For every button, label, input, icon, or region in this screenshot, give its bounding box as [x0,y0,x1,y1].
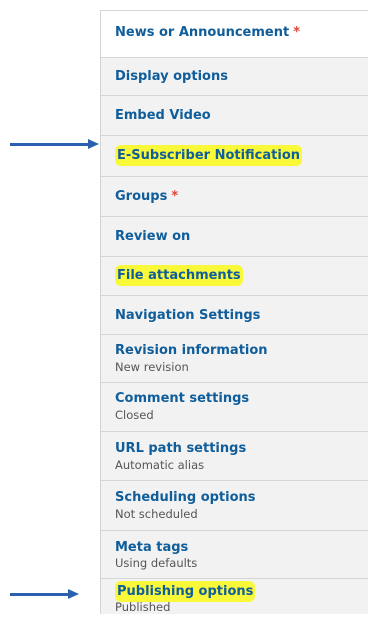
vertical-tabs-menu: News or Announcement * Display options Em… [100,10,368,614]
tab-label: Comment settings [115,391,250,406]
tab-label: Navigation Settings [115,308,261,323]
required-marker: * [293,25,301,40]
tab-comment-settings[interactable]: Comment settings Closed [101,383,368,432]
tab-publishing-options[interactable]: Publishing options Published [101,579,368,614]
highlight-mark: E-Subscriber Notification [115,145,303,166]
tab-summary: Not scheduled [115,507,198,521]
tab-summary: Automatic alias [115,458,205,472]
arrow-pointer-icon [10,589,79,599]
tab-label: Meta tags [115,540,189,555]
tab-label: Review on [115,229,191,244]
highlight-mark: File attachments [115,265,243,286]
tab-url-path-settings[interactable]: URL path settings Automatic alias [101,432,368,481]
tab-summary: New revision [115,360,189,374]
tab-label: Scheduling options [115,490,256,505]
tab-e-subscriber-notification[interactable]: E-Subscriber Notification [101,136,368,177]
tab-file-attachments[interactable]: File attachments [101,257,368,296]
tab-label: Groups * [115,189,179,204]
tab-label: Publishing options [115,581,256,602]
tab-news-or-announcement[interactable]: News or Announcement * [101,10,368,58]
tab-label: File attachments [115,265,243,286]
tab-summary: Published [115,600,171,614]
tab-label: URL path settings [115,441,247,456]
tab-summary: Using defaults [115,556,198,570]
tab-revision-information[interactable]: Revision information New revision [101,335,368,383]
required-marker: * [171,189,179,204]
tab-review-on[interactable]: Review on [101,217,368,257]
tab-embed-video[interactable]: Embed Video [101,96,368,136]
tab-label: Revision information [115,343,268,358]
tab-scheduling-options[interactable]: Scheduling options Not scheduled [101,481,368,531]
tab-summary: Closed [115,408,154,422]
tab-groups[interactable]: Groups * [101,177,368,217]
tab-label: E-Subscriber Notification [115,145,303,166]
tab-navigation-settings[interactable]: Navigation Settings [101,296,368,335]
tab-meta-tags[interactable]: Meta tags Using defaults [101,531,368,579]
tab-display-options[interactable]: Display options [101,58,368,96]
tab-label: Display options [115,69,228,84]
arrow-pointer-icon [10,139,99,149]
highlight-mark: Publishing options [115,581,256,602]
tab-label: News or Announcement * [115,25,301,40]
tab-label: Embed Video [115,108,211,123]
